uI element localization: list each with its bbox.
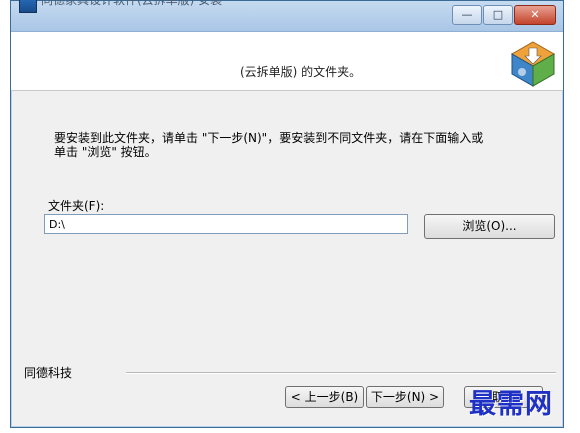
title-bar[interactable]: 同德家具设计软件(云拆单版) 安装 — □ ✕ xyxy=(11,0,563,32)
folder-path-input[interactable] xyxy=(44,214,408,234)
app-icon xyxy=(19,0,37,13)
installer-box-icon xyxy=(510,41,556,87)
close-button[interactable]: ✕ xyxy=(514,5,556,25)
header-text: (云拆单版) 的文件夹。 xyxy=(240,65,362,79)
brand-label: 同德科技 xyxy=(24,366,73,380)
watermark: 最需网 xyxy=(469,389,553,420)
folder-label: 文件夹(F): xyxy=(48,199,105,213)
wizard-header: (云拆单版) 的文件夹。 xyxy=(11,32,563,91)
next-button[interactable]: 下一步(N) > xyxy=(366,386,444,408)
maximize-button[interactable]: □ xyxy=(483,5,513,25)
browse-button[interactable]: 浏览(O)... xyxy=(424,214,555,239)
minimize-button[interactable]: — xyxy=(452,5,482,25)
footer-divider xyxy=(126,372,556,374)
installer-window: 同德家具设计软件(云拆单版) 安装 — □ ✕ (云拆单版) 的文件夹。 要安装… xyxy=(10,0,564,428)
back-button[interactable]: < 上一步(B) xyxy=(285,386,364,408)
window-title: 同德家具设计软件(云拆单版) 安装 xyxy=(41,0,223,7)
instruction-text: 要安装到此文件夹，请单击 "下一步(N)"，要安装到不同文件夹，请在下面输入或 … xyxy=(54,131,484,159)
